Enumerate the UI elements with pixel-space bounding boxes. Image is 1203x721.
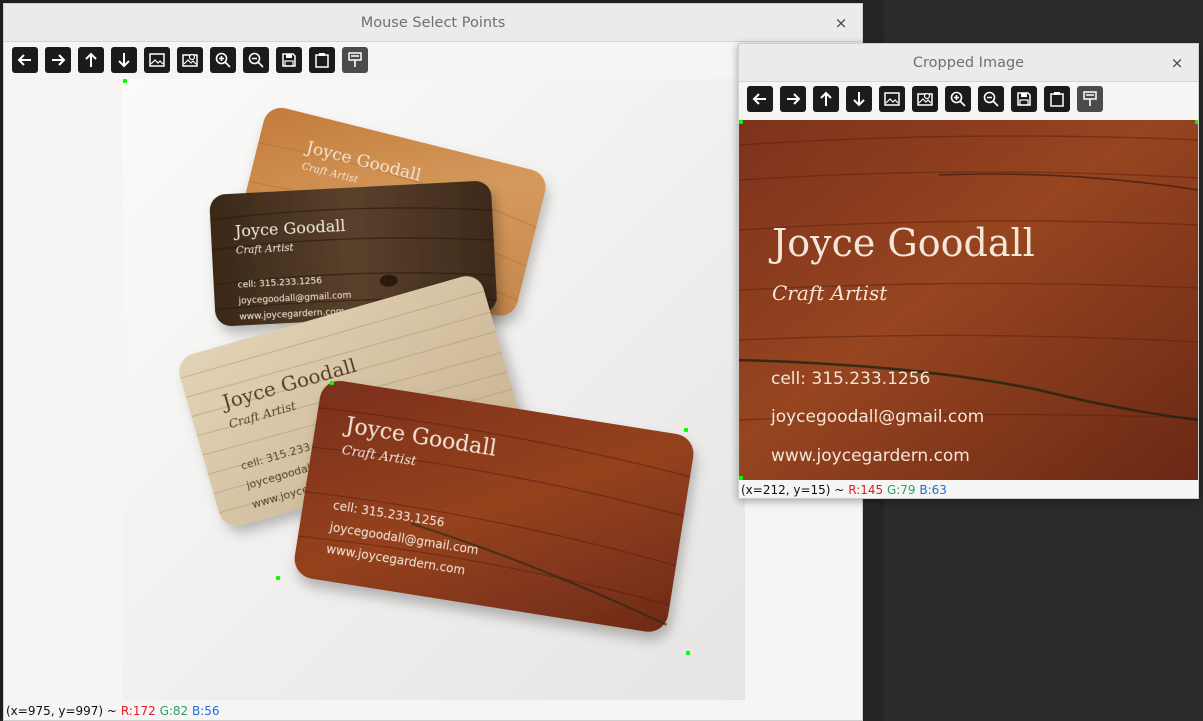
pan-up-icon[interactable] <box>813 86 839 112</box>
cropped-image-canvas[interactable]: Joyce Goodall Craft Artist cell: 315.233… <box>739 120 1198 480</box>
crop-close-button[interactable]: × <box>1168 54 1186 72</box>
zoom-in-icon[interactable] <box>210 47 236 73</box>
back-arrow-icon[interactable] <box>747 86 773 112</box>
main-close-button[interactable]: × <box>832 14 850 32</box>
main-window-title: Mouse Select Points <box>360 15 506 31</box>
selected-point-marker <box>123 79 127 83</box>
crop-status-blue: B:63 <box>919 483 947 497</box>
pan-down-icon[interactable] <box>111 47 137 73</box>
save-icon[interactable] <box>1011 86 1037 112</box>
properties-icon[interactable] <box>1077 86 1103 112</box>
crop-card-title: Craft Artist <box>772 281 888 305</box>
forward-arrow-icon[interactable] <box>45 47 71 73</box>
crop-card-phone: cell: 315.233.1256 <box>771 369 930 389</box>
business-cards-photo: Joyce Goodall Craft Artist Joyce Goodall… <box>123 79 745 700</box>
selected-point-marker <box>684 428 688 432</box>
main-status-red: R:172 <box>120 704 156 718</box>
main-status-green: G:82 <box>159 704 189 718</box>
crop-card-web: www.joycegardern.com <box>771 446 970 466</box>
clipboard-icon[interactable] <box>309 47 335 73</box>
crop-status-coords: (x=212, y=15) ~ <box>741 483 845 497</box>
main-toolbar <box>12 47 368 73</box>
main-status-bar: (x=975, y=997) ~ R:172 G:82 B:56 <box>6 704 220 718</box>
cropped-card-image: Joyce Goodall Craft Artist cell: 315.233… <box>739 120 1198 480</box>
crop-card-name: Joyce Goodall <box>768 221 1035 265</box>
back-arrow-icon[interactable] <box>12 47 38 73</box>
crop-corner-marker <box>739 120 743 124</box>
crop-window-title: Cropped Image <box>912 55 1025 71</box>
crop-status-green: G:79 <box>886 483 916 497</box>
crop-card-email: joycegoodall@gmail.com <box>770 407 984 427</box>
crop-window: Cropped Image × Joyce Goodall Craft Arti… <box>738 43 1199 499</box>
main-status-blue: B:56 <box>192 704 220 718</box>
main-titlebar[interactable]: Mouse Select Points × <box>4 4 862 42</box>
selected-point-marker <box>276 576 280 580</box>
save-icon[interactable] <box>276 47 302 73</box>
clipboard-icon[interactable] <box>1044 86 1070 112</box>
selected-point-marker <box>686 651 690 655</box>
pan-up-icon[interactable] <box>78 47 104 73</box>
zoom-in-icon[interactable] <box>945 86 971 112</box>
crop-titlebar[interactable]: Cropped Image × <box>739 44 1198 82</box>
zoom-out-icon[interactable] <box>978 86 1004 112</box>
image-icon[interactable] <box>144 47 170 73</box>
selected-point-marker <box>330 381 334 385</box>
zoom-out-icon[interactable] <box>243 47 269 73</box>
forward-arrow-icon[interactable] <box>780 86 806 112</box>
image-icon[interactable] <box>879 86 905 112</box>
gallery-icon[interactable] <box>177 47 203 73</box>
main-window: Mouse Select Points × Joyce Goodall Craf… <box>3 3 863 721</box>
crop-corner-marker <box>739 476 743 480</box>
crop-status-bar: (x=212, y=15) ~ R:145 G:79 B:63 <box>741 483 947 497</box>
main-image-canvas[interactable]: Joyce Goodall Craft Artist Joyce Goodall… <box>123 79 745 700</box>
properties-icon[interactable] <box>342 47 368 73</box>
main-status-coords: (x=975, y=997) ~ <box>6 704 117 718</box>
crop-status-red: R:145 <box>848 483 884 497</box>
crop-corner-marker <box>1195 120 1198 124</box>
pan-down-icon[interactable] <box>846 86 872 112</box>
crop-toolbar <box>747 86 1103 112</box>
gallery-icon[interactable] <box>912 86 938 112</box>
